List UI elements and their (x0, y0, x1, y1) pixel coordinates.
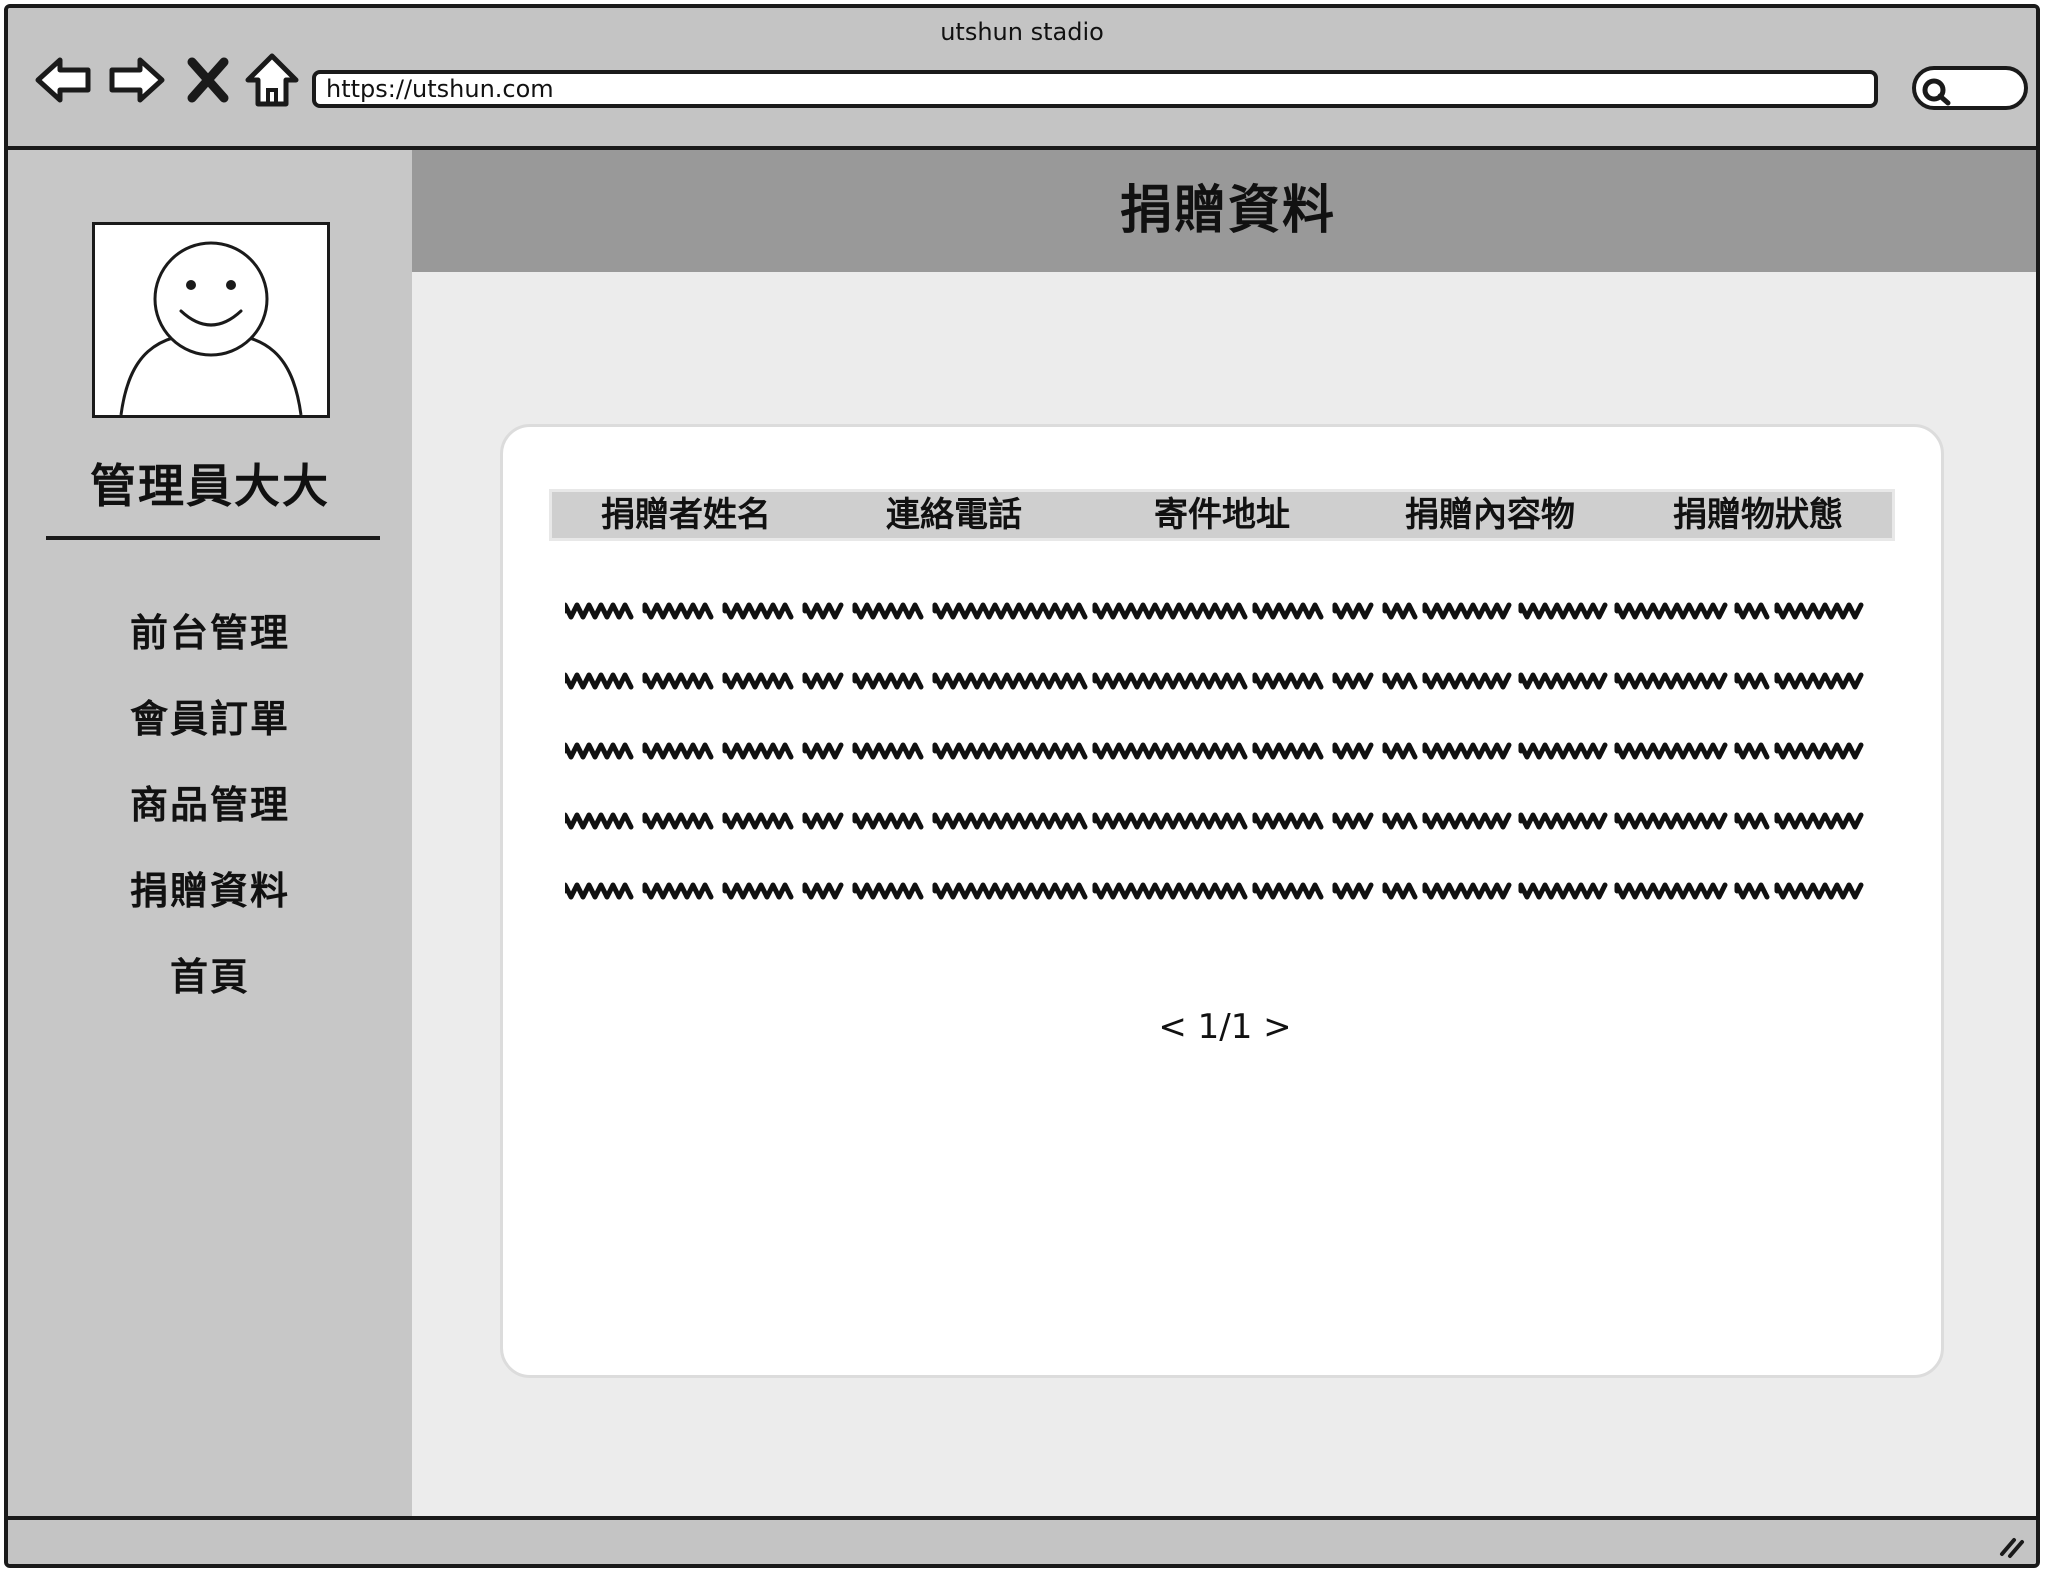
page-title: 捐贈資料 (1119, 181, 1336, 241)
main-content: 捐贈資料 捐贈者姓名 連絡電話 寄件地址 捐贈內容物 捐贈物狀態 < 1/1 > (412, 150, 2036, 1524)
sidebar-item-product-management[interactable]: 商品管理 (8, 762, 412, 848)
page-indicator: 1/1 (1197, 1007, 1253, 1047)
column-header-contents[interactable]: 捐贈內容物 (1356, 492, 1624, 538)
user-face-icon (119, 241, 303, 416)
sidebar-menu: 前台管理 會員訂單 商品管理 捐贈資料 首頁 (8, 590, 412, 1020)
sidebar: 管理員大大 前台管理 會員訂單 商品管理 捐贈資料 首頁 (8, 150, 412, 1524)
donation-table-card: 捐贈者姓名 連絡電話 寄件地址 捐贈內容物 捐贈物狀態 < 1/1 > (500, 424, 1944, 1378)
browser-search-button[interactable] (1912, 66, 2028, 110)
home-icon[interactable] (240, 48, 304, 112)
browser-chrome: utshun stadio https://utshun.com (8, 8, 2036, 150)
prev-page-button[interactable]: < (1158, 1007, 1187, 1047)
pagination: < 1/1 > (503, 1007, 1947, 1047)
next-page-button[interactable]: > (1263, 1007, 1292, 1047)
sidebar-item-member-orders[interactable]: 會員訂單 (8, 676, 412, 762)
table-body (565, 595, 1865, 945)
table-row[interactable] (565, 665, 1865, 735)
url-input[interactable]: https://utshun.com (312, 70, 1878, 108)
forward-arrow-icon[interactable] (104, 48, 168, 112)
sidebar-item-frontend-management[interactable]: 前台管理 (8, 590, 412, 676)
column-header-status[interactable]: 捐贈物狀態 (1624, 492, 1892, 538)
sidebar-divider (46, 536, 380, 540)
table-row[interactable] (565, 595, 1865, 665)
admin-username: 管理員大大 (90, 459, 330, 513)
column-header-donor-name[interactable]: 捐贈者姓名 (552, 492, 820, 538)
sidebar-item-donation-data[interactable]: 捐贈資料 (8, 848, 412, 934)
table-row[interactable] (565, 735, 1865, 805)
status-bar (8, 1516, 2036, 1564)
close-icon[interactable] (180, 48, 236, 112)
browser-window: utshun stadio https://utshun.com 管理員大大 前… (4, 4, 2040, 1568)
table-row[interactable] (565, 805, 1865, 875)
column-header-phone[interactable]: 連絡電話 (820, 492, 1088, 538)
search-icon (1922, 78, 1951, 106)
window-title: utshun stadio (940, 18, 1104, 46)
resize-grip-icon[interactable] (1996, 1528, 2028, 1560)
table-header: 捐贈者姓名 連絡電話 寄件地址 捐贈內容物 捐贈物狀態 (549, 489, 1895, 541)
back-arrow-icon[interactable] (32, 48, 96, 112)
column-header-address[interactable]: 寄件地址 (1088, 492, 1356, 538)
page-header: 捐贈資料 (412, 150, 2036, 272)
sidebar-item-home[interactable]: 首頁 (8, 934, 412, 1020)
avatar (92, 222, 330, 418)
table-row[interactable] (565, 875, 1865, 945)
